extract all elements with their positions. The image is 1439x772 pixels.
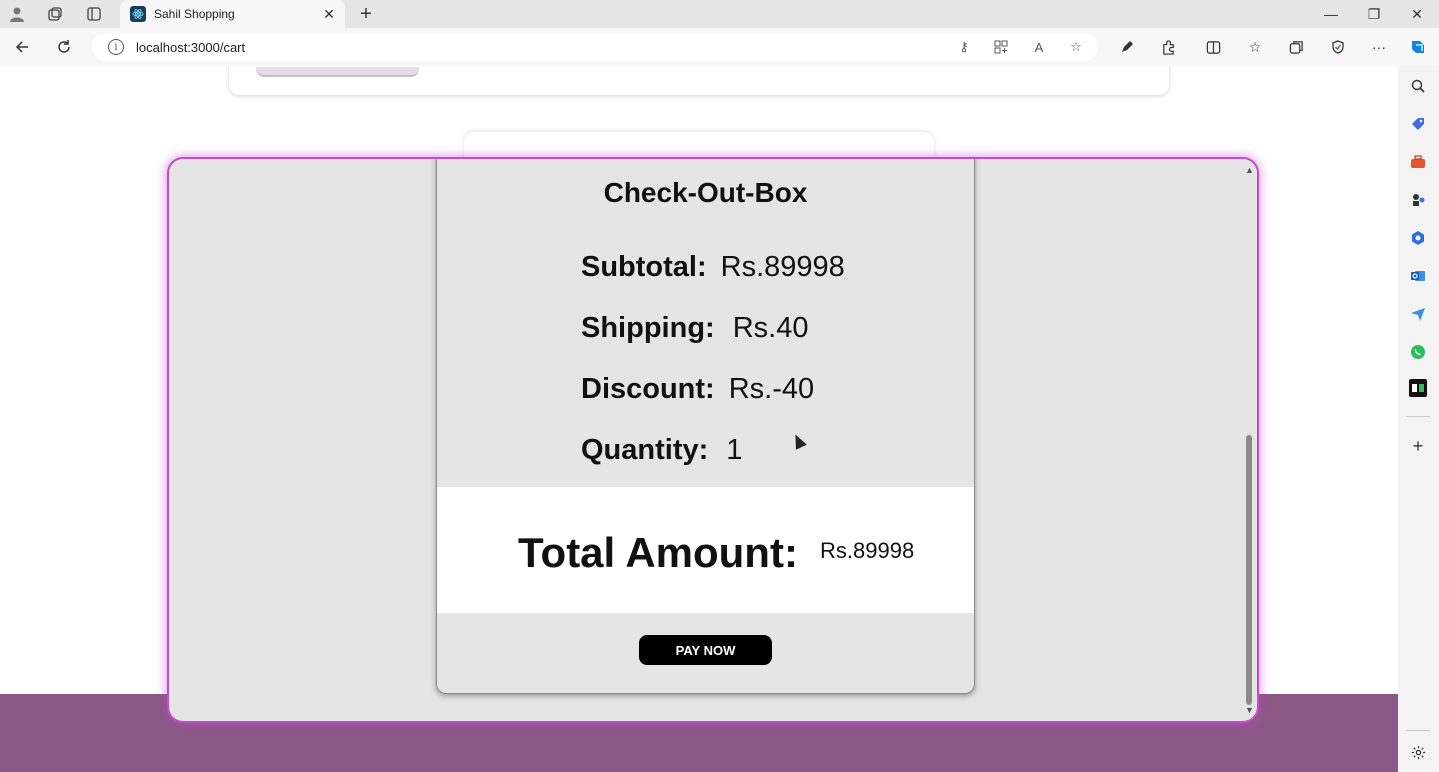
more-options-icon[interactable]: ··· [1366,36,1392,58]
tab-title: Sahil Shopping [154,7,235,21]
microsoft-365-icon[interactable] [1408,228,1428,248]
react-logo-icon [130,6,146,22]
cart-item-button[interactable] [256,67,419,77]
total-amount-value: Rs.89998 [820,538,915,563]
favorite-star-icon[interactable]: ☆ [1064,38,1088,56]
site-info-icon[interactable]: i [108,39,124,55]
whatsapp-icon[interactable] [1408,342,1428,362]
refresh-icon[interactable] [52,36,76,58]
edge-sidebar: + [1398,66,1439,772]
scrollbar-thumb[interactable] [1246,435,1252,705]
back-icon[interactable] [10,36,34,58]
app-available-icon[interactable] [989,38,1013,56]
settings-gear-icon[interactable] [1408,742,1428,762]
shopping-tag-icon[interactable] [1408,114,1428,134]
copilot-icon[interactable] [1405,36,1431,58]
navigation-bar: i localhost:3000/cart ⚷ A ☆ ☆ ··· [0,28,1439,66]
checkout-box: Check-Out-Box Subtotal: Rs.89998 Shipping… [436,159,975,694]
subtotal-label: Subtotal: [581,251,707,283]
title-bar: Sahil Shopping ✕ + — ❐ ✕ [0,0,1439,28]
quantity-value: 1 [726,434,743,466]
key-icon[interactable]: ⚷ [952,38,976,56]
shipping-value: Rs.40 [732,312,809,344]
browser-essentials-icon[interactable] [1325,36,1351,58]
discount-value: Rs.-40 [728,373,815,405]
read-aloud-icon[interactable]: A [1027,38,1051,56]
workspaces-icon[interactable] [44,4,66,24]
shipping-label: Shipping: [581,312,715,344]
subtotal-value: Rs.89998 [720,251,845,283]
minimize-button[interactable]: — [1309,0,1353,28]
tab-sahil-shopping[interactable]: Sahil Shopping ✕ [120,0,345,28]
extensions-icon[interactable] [1155,36,1181,58]
app-icon[interactable] [1408,378,1428,398]
tools-briefcase-icon[interactable] [1408,152,1428,172]
total-amount-label: Total Amount: [518,529,798,576]
close-window-button[interactable]: ✕ [1395,0,1439,28]
outlook-icon[interactable] [1408,266,1428,286]
checkout-title: Check-Out-Box [603,177,808,208]
pen-icon[interactable] [1114,36,1140,58]
restore-button[interactable]: ❐ [1352,0,1396,28]
new-tab-button[interactable]: + [355,3,377,25]
url-text[interactable]: localhost:3000/cart [136,40,245,55]
modal-scrollbar[interactable]: ▲ ▼ [1243,163,1255,717]
quantity-label: Quantity: [581,434,709,466]
sidebar-divider [1406,730,1430,731]
pay-now-button[interactable]: PAY NOW [639,635,772,665]
checkout-modal: Check-Out-Box Subtotal: Rs.89998 Shipping… [169,159,1257,721]
collections-icon[interactable] [1283,36,1309,58]
scroll-up-icon[interactable]: ▲ [1245,165,1254,175]
discount-label: Discount: [581,373,715,405]
sidebar-divider [1406,416,1430,417]
tab-actions-icon[interactable] [83,4,105,24]
address-bar[interactable]: i localhost:3000/cart ⚷ A ☆ [92,33,1098,61]
shipping-row: Shipping: Rs.40 [581,312,808,345]
profile-icon[interactable] [6,4,28,24]
favorites-icon[interactable]: ☆ [1242,36,1268,58]
tab-close-icon[interactable]: ✕ [319,4,339,24]
add-icon[interactable]: + [1408,436,1428,456]
send-icon[interactable] [1408,304,1428,324]
discount-row: Discount: Rs.-40 [581,373,814,406]
page-viewport: Check-Out-Box Subtotal: Rs.89998 Shipping… [0,66,1398,772]
scroll-down-icon[interactable]: ▼ [1245,705,1254,715]
cart-item-card [229,66,1169,95]
quantity-row: Quantity: 1 [581,434,742,467]
total-panel: Total Amount: Rs.89998 [437,487,974,613]
games-icon[interactable] [1408,190,1428,210]
search-icon[interactable] [1408,76,1428,96]
subtotal-row: Subtotal: Rs.89998 [581,251,845,284]
split-screen-icon[interactable] [1200,36,1226,58]
